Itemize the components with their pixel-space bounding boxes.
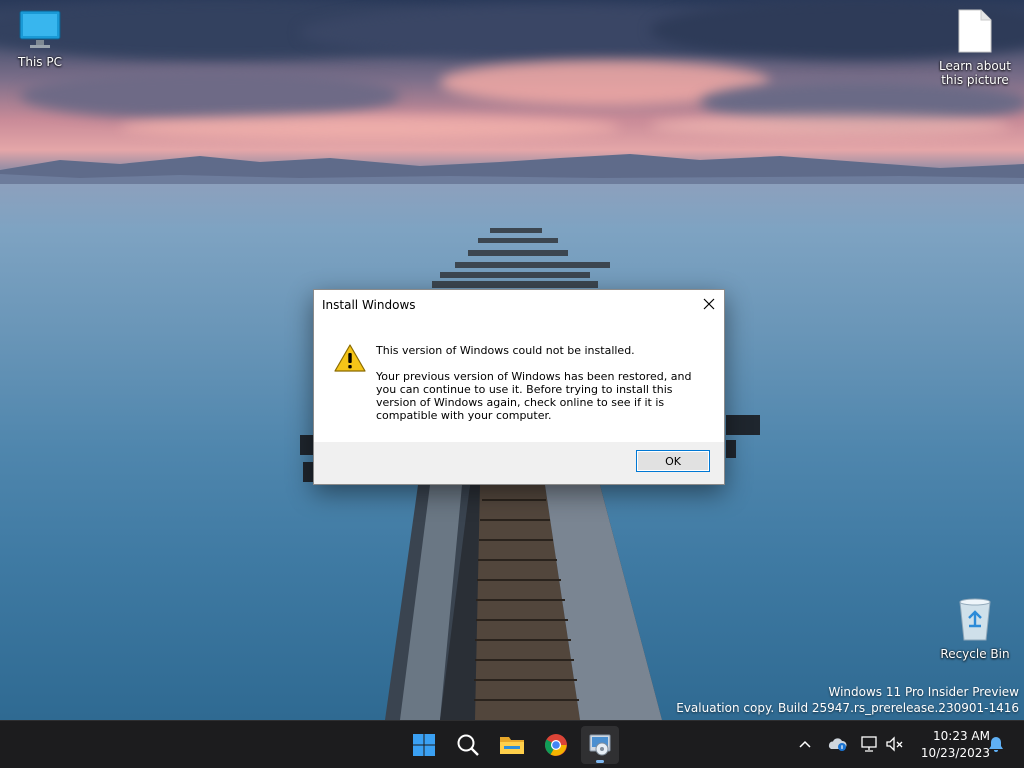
onedrive-tray-button[interactable]	[827, 733, 849, 755]
taskbar: 10:23 AM 10/23/2023	[0, 720, 1024, 768]
desktop-icon-this-pc[interactable]: This PC	[0, 10, 80, 69]
setup-icon	[589, 734, 611, 756]
show-hidden-icons-button[interactable]	[794, 733, 816, 755]
volume-muted-icon	[886, 736, 903, 752]
chrome-icon	[545, 734, 567, 756]
monitor-icon	[0, 10, 80, 53]
desktop-icon-recycle-bin[interactable]: Recycle Bin	[935, 596, 1015, 661]
ok-button[interactable]: OK	[636, 450, 710, 472]
watermark-build: Evaluation copy. Build 25947.rs_prerelea…	[676, 701, 1019, 715]
warning-icon	[334, 344, 366, 376]
desktop-icon-label: Recycle Bin	[940, 647, 1010, 661]
windows-watermark: Windows 11 Pro Insider Preview Evaluatio…	[676, 684, 1019, 716]
dialog-message: This version of Windows could not be ins…	[376, 344, 706, 435]
desktop-background: This PC Learn about this picture Recycle…	[0, 0, 1024, 720]
folder-icon	[500, 737, 524, 754]
dialog-title: Install Windows	[322, 298, 416, 312]
onedrive-icon	[828, 738, 847, 751]
clock-time: 10:23 AM	[933, 729, 990, 743]
active-app-indicator	[596, 760, 604, 763]
volume-tray-button[interactable]	[884, 733, 906, 755]
watermark-edition: Windows 11 Pro Insider Preview	[828, 685, 1019, 699]
recycle-bin-icon	[935, 596, 1015, 645]
dialog-description: Your previous version of Windows has bee…	[376, 370, 692, 422]
clock-date: 10/23/2023	[920, 746, 990, 760]
desktop-icon-learn-about-picture[interactable]: Learn about this picture	[935, 8, 1015, 87]
desktop-icon-label: Learn about this picture	[939, 59, 1011, 87]
taskbar-start-button[interactable]	[405, 726, 443, 764]
dialog-footer: OK	[314, 442, 724, 484]
install-windows-dialog: Install Windows This version of Windows …	[313, 289, 725, 485]
notification-bell-icon	[989, 737, 1003, 752]
dialog-heading: This version of Windows could not be ins…	[376, 344, 635, 357]
taskbar-file-explorer[interactable]	[493, 726, 531, 764]
desktop-icon-label: This PC	[18, 55, 62, 69]
chevron-up-icon	[799, 740, 811, 748]
close-icon	[703, 298, 715, 310]
dialog-body: This version of Windows could not be ins…	[314, 320, 724, 442]
taskbar-clock[interactable]: 10:23 AM 10/23/2023	[914, 728, 990, 762]
close-button[interactable]	[694, 290, 724, 318]
windows-start-icon	[413, 734, 435, 756]
network-icon	[861, 736, 877, 752]
notification-center-button[interactable]	[985, 733, 1007, 755]
dialog-titlebar[interactable]: Install Windows	[314, 290, 724, 320]
taskbar-chrome[interactable]	[537, 726, 575, 764]
taskbar-windows-setup[interactable]	[581, 726, 619, 764]
document-icon	[935, 8, 1015, 57]
search-icon	[457, 734, 479, 756]
taskbar-search-button[interactable]	[449, 726, 487, 764]
network-tray-button[interactable]	[858, 733, 880, 755]
